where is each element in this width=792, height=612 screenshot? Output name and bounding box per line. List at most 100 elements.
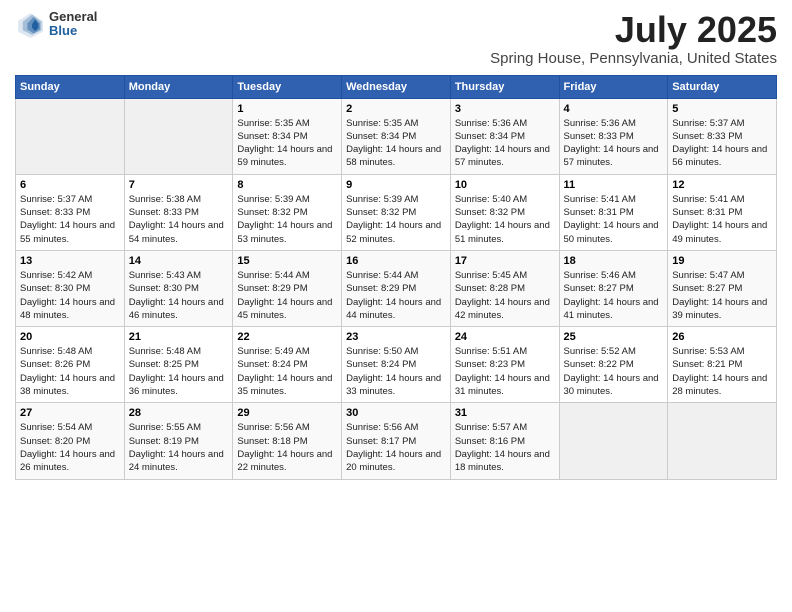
calendar-cell: 18 Sunrise: 5:46 AM Sunset: 8:27 PM Dayli… <box>559 250 668 326</box>
calendar-table: SundayMondayTuesdayWednesdayThursdayFrid… <box>15 75 777 480</box>
day-number: 17 <box>455 255 555 267</box>
day-info: Sunrise: 5:37 AM Sunset: 8:33 PM Dayligh… <box>672 117 772 170</box>
calendar-cell: 13 Sunrise: 5:42 AM Sunset: 8:30 PM Dayli… <box>16 250 125 326</box>
calendar-title: July 2025 <box>490 10 777 50</box>
header-day: Sunday <box>16 75 125 98</box>
day-number: 31 <box>455 407 555 419</box>
header-row: SundayMondayTuesdayWednesdayThursdayFrid… <box>16 75 777 98</box>
calendar-cell: 1 Sunrise: 5:35 AM Sunset: 8:34 PM Daylig… <box>233 98 342 174</box>
calendar-cell <box>668 403 777 479</box>
logo-general: General <box>49 10 97 24</box>
calendar-cell: 3 Sunrise: 5:36 AM Sunset: 8:34 PM Daylig… <box>450 98 559 174</box>
day-info: Sunrise: 5:56 AM Sunset: 8:17 PM Dayligh… <box>346 421 446 474</box>
day-number: 7 <box>129 179 229 191</box>
day-info: Sunrise: 5:45 AM Sunset: 8:28 PM Dayligh… <box>455 269 555 322</box>
calendar-cell: 14 Sunrise: 5:43 AM Sunset: 8:30 PM Dayli… <box>124 250 233 326</box>
day-number: 18 <box>564 255 664 267</box>
day-number: 4 <box>564 103 664 115</box>
day-info: Sunrise: 5:49 AM Sunset: 8:24 PM Dayligh… <box>237 345 337 398</box>
day-number: 13 <box>20 255 120 267</box>
calendar-cell: 10Sunrise: 5:40 AM Sunset: 8:32 PM Dayli… <box>450 174 559 250</box>
logo-icon <box>15 10 43 38</box>
calendar-cell: 5 Sunrise: 5:37 AM Sunset: 8:33 PM Daylig… <box>668 98 777 174</box>
day-info: Sunrise: 5:36 AM Sunset: 8:34 PM Dayligh… <box>455 117 555 170</box>
day-info: Sunrise: 5:48 AM Sunset: 8:26 PM Dayligh… <box>20 345 120 398</box>
calendar-week-row: 1 Sunrise: 5:35 AM Sunset: 8:34 PM Daylig… <box>16 98 777 174</box>
day-info: Sunrise: 5:50 AM Sunset: 8:24 PM Dayligh… <box>346 345 446 398</box>
header-day: Friday <box>559 75 668 98</box>
day-info: Sunrise: 5:38 AM Sunset: 8:33 PM Dayligh… <box>129 193 229 246</box>
day-number: 22 <box>237 331 337 343</box>
header-day: Monday <box>124 75 233 98</box>
calendar-cell: 30 Sunrise: 5:56 AM Sunset: 8:17 PM Dayli… <box>342 403 451 479</box>
calendar-cell: 15Sunrise: 5:44 AM Sunset: 8:29 PM Dayli… <box>233 250 342 326</box>
day-number: 8 <box>237 179 337 191</box>
calendar-cell: 19 Sunrise: 5:47 AM Sunset: 8:27 PM Dayli… <box>668 250 777 326</box>
day-info: Sunrise: 5:36 AM Sunset: 8:33 PM Dayligh… <box>564 117 664 170</box>
page-header: General Blue July 2025 Spring House, Pen… <box>15 10 777 67</box>
calendar-cell: 2Sunrise: 5:35 AM Sunset: 8:34 PM Daylig… <box>342 98 451 174</box>
calendar-week-row: 27Sunrise: 5:54 AM Sunset: 8:20 PM Dayli… <box>16 403 777 479</box>
day-info: Sunrise: 5:35 AM Sunset: 8:34 PM Dayligh… <box>237 117 337 170</box>
calendar-cell: 21Sunrise: 5:48 AM Sunset: 8:25 PM Dayli… <box>124 327 233 403</box>
day-number: 6 <box>20 179 120 191</box>
day-info: Sunrise: 5:37 AM Sunset: 8:33 PM Dayligh… <box>20 193 120 246</box>
calendar-cell: 4 Sunrise: 5:36 AM Sunset: 8:33 PM Daylig… <box>559 98 668 174</box>
calendar-cell: 6 Sunrise: 5:37 AM Sunset: 8:33 PM Daylig… <box>16 174 125 250</box>
day-info: Sunrise: 5:35 AM Sunset: 8:34 PM Dayligh… <box>346 117 446 170</box>
header-day: Saturday <box>668 75 777 98</box>
logo: General Blue <box>15 10 97 39</box>
day-number: 23 <box>346 331 446 343</box>
day-number: 20 <box>20 331 120 343</box>
title-area: July 2025 Spring House, Pennsylvania, Un… <box>490 10 777 67</box>
day-info: Sunrise: 5:44 AM Sunset: 8:29 PM Dayligh… <box>346 269 446 322</box>
day-number: 19 <box>672 255 772 267</box>
calendar-cell: 16 Sunrise: 5:44 AM Sunset: 8:29 PM Dayli… <box>342 250 451 326</box>
day-number: 30 <box>346 407 446 419</box>
day-number: 12 <box>672 179 772 191</box>
day-info: Sunrise: 5:43 AM Sunset: 8:30 PM Dayligh… <box>129 269 229 322</box>
logo-blue: Blue <box>49 24 97 38</box>
day-number: 5 <box>672 103 772 115</box>
day-info: Sunrise: 5:39 AM Sunset: 8:32 PM Dayligh… <box>346 193 446 246</box>
day-info: Sunrise: 5:47 AM Sunset: 8:27 PM Dayligh… <box>672 269 772 322</box>
day-number: 16 <box>346 255 446 267</box>
header-day: Wednesday <box>342 75 451 98</box>
calendar-cell: 9 Sunrise: 5:39 AM Sunset: 8:32 PM Daylig… <box>342 174 451 250</box>
day-info: Sunrise: 5:42 AM Sunset: 8:30 PM Dayligh… <box>20 269 120 322</box>
day-number: 14 <box>129 255 229 267</box>
calendar-cell: 25Sunrise: 5:52 AM Sunset: 8:22 PM Dayli… <box>559 327 668 403</box>
day-number: 3 <box>455 103 555 115</box>
header-day: Thursday <box>450 75 559 98</box>
calendar-cell: 24 Sunrise: 5:51 AM Sunset: 8:23 PM Dayli… <box>450 327 559 403</box>
calendar-cell: 29 Sunrise: 5:56 AM Sunset: 8:18 PM Dayli… <box>233 403 342 479</box>
day-number: 9 <box>346 179 446 191</box>
day-info: Sunrise: 5:55 AM Sunset: 8:19 PM Dayligh… <box>129 421 229 474</box>
day-info: Sunrise: 5:41 AM Sunset: 8:31 PM Dayligh… <box>564 193 664 246</box>
calendar-cell: 22 Sunrise: 5:49 AM Sunset: 8:24 PM Dayli… <box>233 327 342 403</box>
day-info: Sunrise: 5:46 AM Sunset: 8:27 PM Dayligh… <box>564 269 664 322</box>
day-number: 26 <box>672 331 772 343</box>
calendar-body: 1 Sunrise: 5:35 AM Sunset: 8:34 PM Daylig… <box>16 98 777 479</box>
calendar-cell: 26 Sunrise: 5:53 AM Sunset: 8:21 PM Dayli… <box>668 327 777 403</box>
day-info: Sunrise: 5:44 AM Sunset: 8:29 PM Dayligh… <box>237 269 337 322</box>
logo-text: General Blue <box>49 10 97 39</box>
calendar-cell: 11 Sunrise: 5:41 AM Sunset: 8:31 PM Dayli… <box>559 174 668 250</box>
day-number: 25 <box>564 331 664 343</box>
day-number: 24 <box>455 331 555 343</box>
day-info: Sunrise: 5:56 AM Sunset: 8:18 PM Dayligh… <box>237 421 337 474</box>
calendar-cell: 12 Sunrise: 5:41 AM Sunset: 8:31 PM Dayli… <box>668 174 777 250</box>
calendar-cell: 20 Sunrise: 5:48 AM Sunset: 8:26 PM Dayli… <box>16 327 125 403</box>
day-number: 11 <box>564 179 664 191</box>
calendar-week-row: 20 Sunrise: 5:48 AM Sunset: 8:26 PM Dayli… <box>16 327 777 403</box>
day-info: Sunrise: 5:53 AM Sunset: 8:21 PM Dayligh… <box>672 345 772 398</box>
calendar-header: SundayMondayTuesdayWednesdayThursdayFrid… <box>16 75 777 98</box>
day-info: Sunrise: 5:41 AM Sunset: 8:31 PM Dayligh… <box>672 193 772 246</box>
calendar-cell <box>124 98 233 174</box>
day-info: Sunrise: 5:51 AM Sunset: 8:23 PM Dayligh… <box>455 345 555 398</box>
day-number: 1 <box>237 103 337 115</box>
day-number: 27 <box>20 407 120 419</box>
calendar-week-row: 6 Sunrise: 5:37 AM Sunset: 8:33 PM Daylig… <box>16 174 777 250</box>
calendar-cell: 17 Sunrise: 5:45 AM Sunset: 8:28 PM Dayli… <box>450 250 559 326</box>
day-number: 29 <box>237 407 337 419</box>
